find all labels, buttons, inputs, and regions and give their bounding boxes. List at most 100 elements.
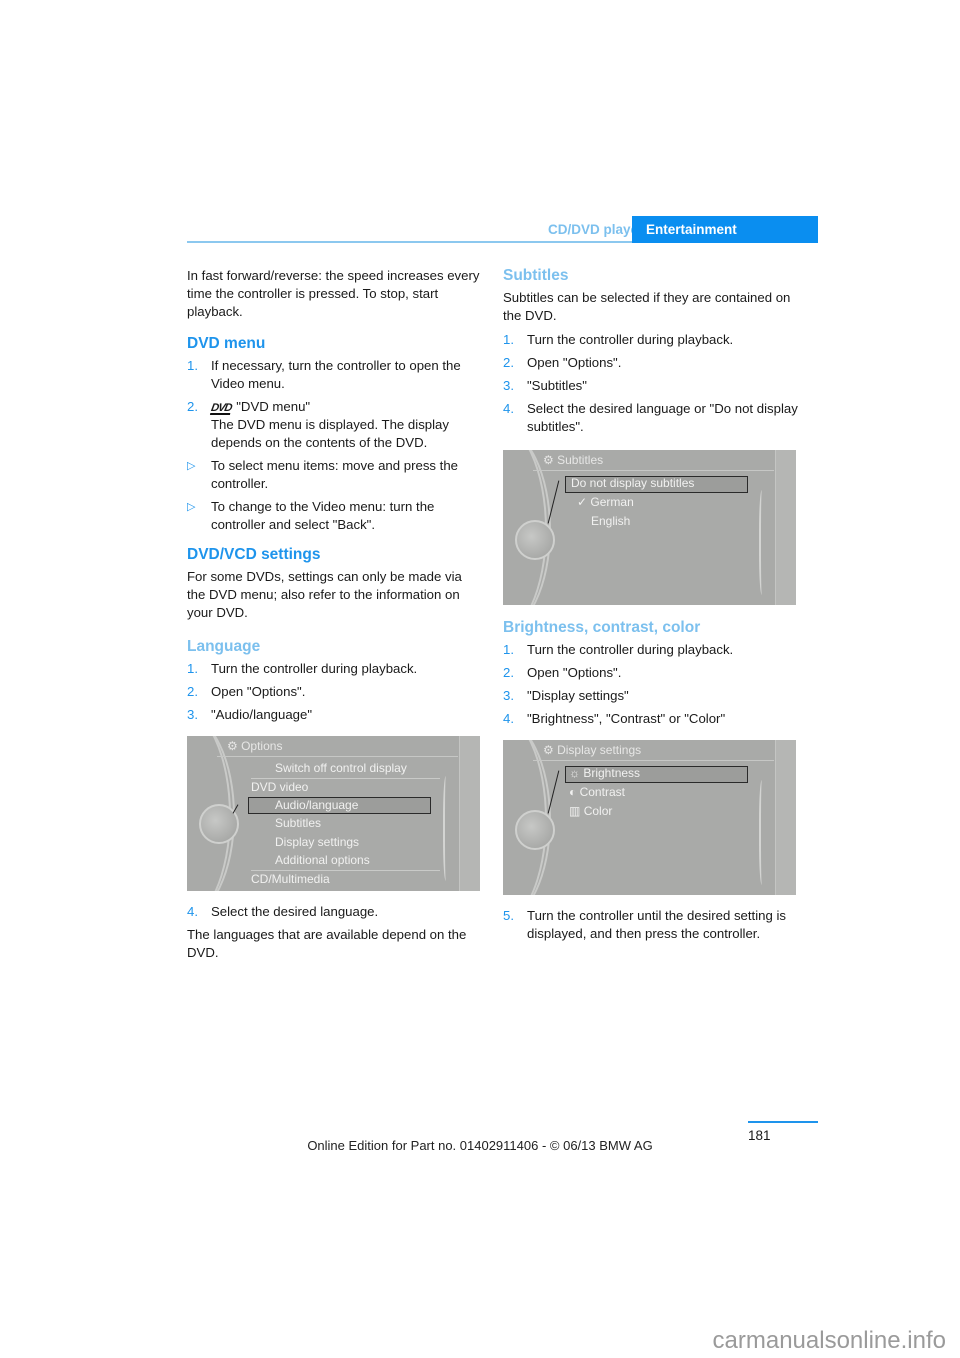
list-item: 3. "Audio/language": [187, 706, 482, 724]
menu-item-selected: Audio/language: [275, 798, 359, 812]
step-text: "Display settings": [527, 688, 629, 703]
intro-paragraph: In fast forward/reverse: the speed incre…: [187, 268, 480, 319]
dvd-menu-heading: DVD menu: [187, 335, 266, 352]
contrast-icon: ◐: [569, 785, 577, 799]
menu-item-checked: ✓ German: [577, 494, 634, 511]
menu-item: Display settings: [275, 835, 360, 849]
menu-item: Subtitles: [275, 816, 322, 830]
side-panel: [459, 736, 480, 891]
scroll-rail: [443, 776, 450, 881]
screen-title-bar: ⚙ Display settings: [533, 740, 774, 761]
language-heading: Language: [187, 638, 261, 655]
controller-knob-icon: [515, 810, 555, 850]
step-number: 5.: [503, 908, 514, 923]
step-number: 1.: [187, 358, 198, 373]
step-number: 3.: [187, 707, 198, 722]
menu-item-label: Contrast: [579, 785, 625, 799]
side-panel: [775, 450, 796, 605]
step-number: 1.: [503, 332, 514, 347]
step-number: 3.: [503, 688, 514, 703]
menu-item: English: [591, 514, 631, 528]
subtitles-screenshot: ⚙ Subtitles Do not display subtitles ✓ G…: [503, 450, 796, 605]
menu-item-selected: Do not display subtitles: [571, 476, 695, 490]
language-note: The languages that are available depend …: [187, 927, 467, 960]
menu-item: DVD video: [251, 780, 309, 794]
color-icon: ▥: [569, 804, 581, 818]
triangle-bullet-icon: ▷: [187, 460, 196, 472]
scroll-rail: [759, 490, 766, 595]
list-item: 1. Turn the controller during playback.: [503, 331, 798, 349]
step-text: Turn the controller during playback.: [211, 661, 418, 676]
controller-pointer: [547, 770, 560, 814]
list-item: 3. "Display settings": [503, 687, 798, 705]
options-screenshot: ⚙ Options Switch off control display DVD…: [187, 736, 480, 891]
left-column: In fast forward/reverse: the speed incre…: [187, 267, 482, 972]
menu-item: ◐ Contrast: [569, 784, 625, 801]
menu-item: Additional options: [275, 853, 370, 867]
chapter-tab: Entertainment: [632, 216, 818, 243]
step-text: If necessary, turn the controller to ope…: [211, 358, 461, 391]
menu-item: Switch off control display: [275, 761, 407, 775]
list-item: 5. Turn the controller until the desired…: [503, 907, 798, 943]
step-text: "DVD menu": [236, 399, 311, 414]
settings-paragraph: For some DVDs, settings can only be made…: [187, 569, 462, 620]
step-text: "Brightness", "Contrast" or "Color": [527, 711, 726, 726]
step-text: Open "Options".: [527, 665, 622, 680]
list-item: 2. Open "Options".: [503, 354, 798, 372]
step-number: 1.: [187, 661, 198, 676]
step-text: Open "Options".: [211, 684, 306, 699]
subtitles-paragraph: Subtitles can be selected if they are co…: [503, 290, 791, 323]
step-text: "Subtitles": [527, 378, 587, 393]
display-settings-screenshot: ⚙ Display settings ☼ Brightness ◐ Contra…: [503, 740, 796, 895]
list-item: 4. Select the desired language or "Do no…: [503, 400, 798, 436]
section-title: CD/DVD player: [548, 222, 644, 237]
step-text: Open "Options".: [527, 355, 622, 370]
step-number: 1.: [503, 642, 514, 657]
menu-item-label: Color: [583, 804, 613, 818]
step-text: Turn the controller until the desired se…: [527, 908, 786, 941]
list-item: 3. "Subtitles": [503, 377, 798, 395]
step-text: Turn the controller during playback.: [527, 332, 734, 347]
watermark: carmanualsonline.info: [712, 1327, 946, 1354]
menu-item-label: Brightness: [583, 766, 641, 780]
brightness-heading: Brightness, contrast, color: [503, 619, 701, 636]
step-text: Turn the controller during playback.: [527, 642, 734, 657]
subtitles-heading: Subtitles: [503, 267, 569, 284]
menu-item: CD/Multimedia: [251, 872, 330, 886]
bullet-text: To select menu items: move and press the…: [211, 458, 459, 491]
options-icon: ⚙: [543, 743, 558, 757]
screen-title-bar: ⚙ Subtitles: [533, 450, 774, 471]
options-icon: ⚙: [227, 739, 242, 753]
list-item: 2. Open "Options".: [503, 664, 798, 682]
step-number: 2.: [187, 399, 198, 414]
screen-title: Options: [241, 739, 283, 753]
step-number: 4.: [187, 904, 198, 919]
step-text: Select the desired language.: [211, 904, 379, 919]
side-panel: [775, 740, 796, 895]
list-item: 4. "Brightness", "Contrast" or "Color": [503, 710, 798, 728]
page-number-rule: [748, 1121, 818, 1123]
list-item: 1. If necessary, turn the controller to …: [187, 357, 482, 393]
options-icon: ⚙: [543, 453, 558, 467]
screen-title: Subtitles: [557, 453, 604, 467]
menu-item-label: German: [590, 495, 634, 509]
menu-item: ▥ Color: [569, 803, 612, 820]
header-rule: [187, 241, 632, 243]
list-item: 1. Turn the controller during playback.: [187, 660, 482, 678]
right-column: Subtitles Subtitles can be selected if t…: [503, 267, 798, 948]
check-icon: ✓: [577, 495, 588, 509]
footer-text: Online Edition for Part no. 01402911406 …: [307, 1138, 653, 1153]
step-number: 2.: [503, 665, 514, 680]
list-item: 2. DVD "DVD menu" The DVD menu is display…: [187, 398, 482, 452]
bullet-item: ▷ To select menu items: move and press t…: [187, 457, 482, 493]
dvd-vcd-settings-heading: DVD/VCD settings: [187, 546, 321, 563]
step-number: 3.: [503, 378, 514, 393]
step-subtext: The DVD menu is displayed. The display d…: [211, 417, 449, 450]
controller-pointer: [547, 480, 560, 524]
list-item: 4. Select the desired language.: [187, 903, 482, 921]
screen-title-bar: ⚙ Options: [217, 736, 458, 757]
bullet-text: To change to the Video menu: turn the co…: [211, 499, 435, 532]
step-number: 2.: [503, 355, 514, 370]
step-number: 4.: [503, 401, 514, 416]
controller-knob-icon: [515, 520, 555, 560]
